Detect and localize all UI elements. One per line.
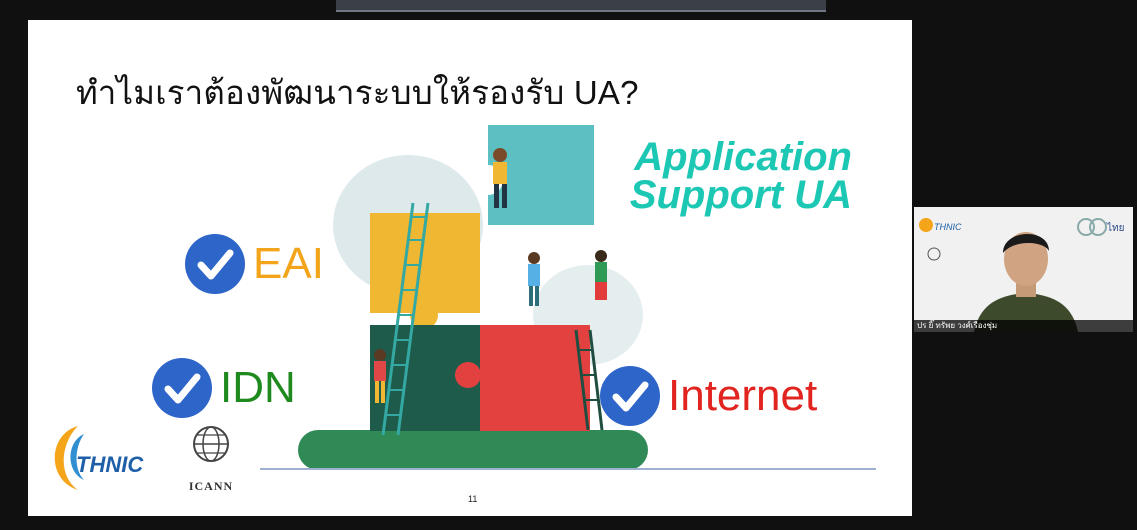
slide-divider <box>260 468 876 470</box>
thnic-logo-text: THNIC <box>76 452 144 477</box>
slide-page-number: 11 <box>468 494 478 504</box>
item-internet: Internet <box>598 364 817 428</box>
checkmark-icon <box>600 366 660 426</box>
item-eai: EAI <box>183 232 324 296</box>
participant-video-frame: THNIC ไทย <box>914 207 1133 332</box>
thnic-logo: THNIC <box>54 426 144 490</box>
item-idn: IDN <box>150 356 296 420</box>
item-label-eai: EAI <box>253 239 324 288</box>
participant-video-tile[interactable]: THNIC ไทย ปร ยิ๊ ทรัพย วงศ์เรืองชุ่ม <box>914 207 1133 332</box>
participant-name-label: ปร ยิ๊ ทรัพย วงศ์เรืองชุ่ม <box>914 320 1133 332</box>
slide-title: ทำไมเราต้องพัฒนาระบบให้รองรับ UA? <box>76 74 639 111</box>
tile-logo-right-text: ไทย <box>1106 222 1124 234</box>
item-label-internet: Internet <box>668 371 818 420</box>
checkmark-icon <box>152 358 212 418</box>
checkmark-icon <box>185 234 245 294</box>
shared-slide: ทำไมเราต้องพัฒนาระบบให้รองรับ UA? Applic… <box>28 20 912 516</box>
icann-logo: ICANN <box>178 424 244 494</box>
icann-logo-text: ICANN <box>188 479 234 493</box>
tile-logo-left-text: THNIC <box>934 222 962 232</box>
globe-icon <box>193 426 229 462</box>
item-label-idn: IDN <box>220 363 296 412</box>
top-video-strip <box>336 0 826 12</box>
application-support-heading: Application Support UA <box>629 135 852 217</box>
